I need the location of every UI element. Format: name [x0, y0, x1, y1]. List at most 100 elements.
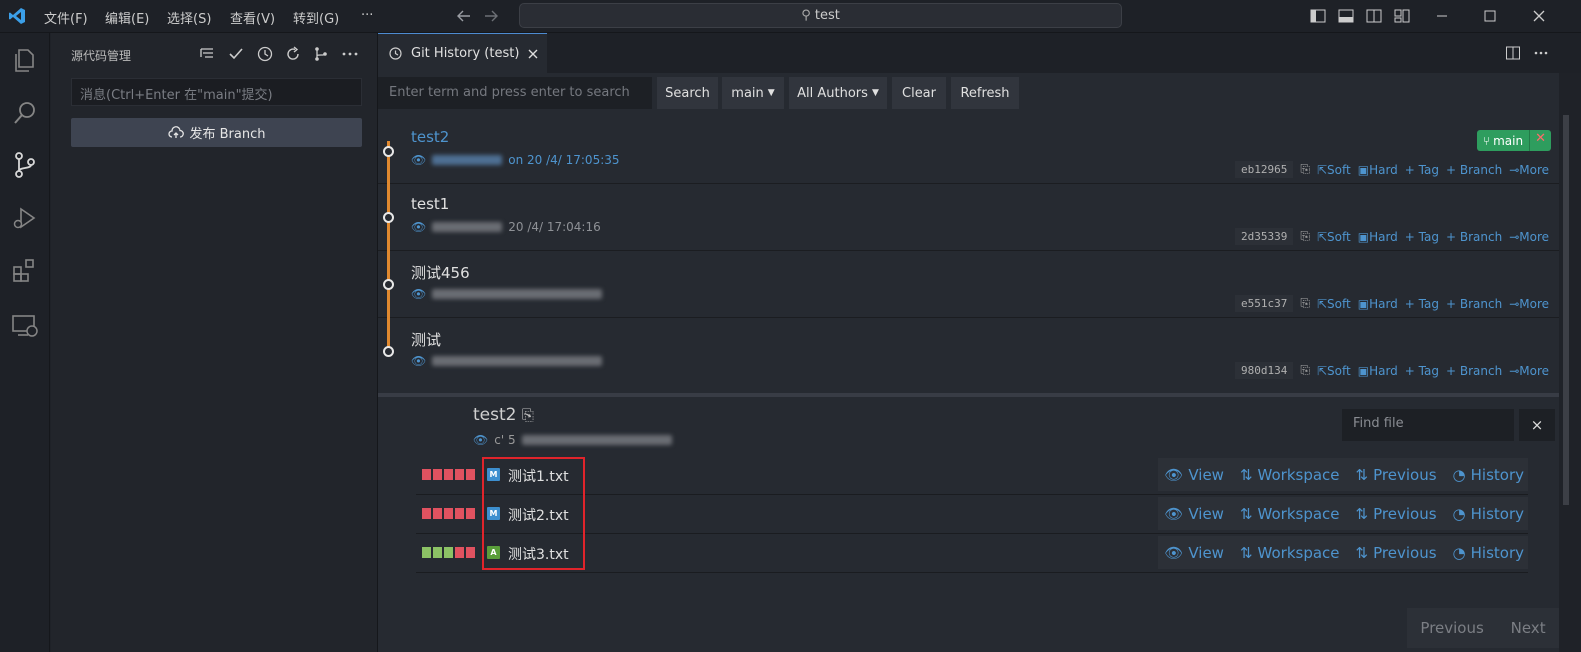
- commit-hash[interactable]: 2d35339: [1235, 228, 1294, 245]
- workspace-link[interactable]: ⇅ Workspace: [1240, 544, 1340, 562]
- commit-row[interactable]: test1 👁 20 /4/ 17:04:16 2d35339 ⎘ ⇱Soft …: [378, 184, 1559, 251]
- soft-reset-link[interactable]: ⇱Soft: [1317, 163, 1351, 177]
- more-link[interactable]: ⊸More: [1509, 364, 1549, 378]
- commit-title[interactable]: test1: [411, 195, 449, 213]
- hard-reset-link[interactable]: ▣Hard: [1358, 364, 1398, 378]
- copy-icon[interactable]: ⎘: [522, 406, 534, 424]
- toggle-primary-sidebar-icon[interactable]: [1309, 7, 1327, 25]
- clear-button[interactable]: Clear: [892, 77, 946, 109]
- more-link[interactable]: ⊸More: [1509, 230, 1549, 244]
- more-actions-icon[interactable]: [341, 45, 359, 63]
- branch-link[interactable]: + Branch: [1446, 364, 1502, 378]
- graph-icon[interactable]: [312, 45, 330, 63]
- tag-link[interactable]: + Tag: [1405, 297, 1439, 311]
- commit-message-input[interactable]: 消息(Ctrl+Enter 在"main"提交): [71, 78, 362, 106]
- tag-link[interactable]: + Tag: [1405, 364, 1439, 378]
- menu-go[interactable]: 转到(G): [293, 8, 339, 27]
- branch-link[interactable]: + Branch: [1446, 230, 1502, 244]
- commit-row[interactable]: 测试 👁 980d134 ⎘ ⇱Soft ▣Hard + Tag + Branc…: [378, 318, 1559, 385]
- refresh-icon[interactable]: [284, 45, 302, 63]
- history-link[interactable]: ◔ History: [1453, 544, 1524, 562]
- commit-hash[interactable]: e551c37: [1235, 295, 1294, 312]
- commit-hash[interactable]: 980d134: [1235, 362, 1294, 379]
- tag-link[interactable]: + Tag: [1405, 230, 1439, 244]
- history-link[interactable]: ◔ History: [1453, 505, 1524, 523]
- remote-explorer-icon[interactable]: [10, 310, 40, 340]
- hard-reset-link[interactable]: ▣Hard: [1358, 230, 1398, 244]
- menu-selection[interactable]: 选择(S): [167, 8, 211, 27]
- tag-link[interactable]: + Tag: [1405, 163, 1439, 177]
- view-link[interactable]: 👁 View: [1164, 505, 1224, 523]
- commit-row[interactable]: test2 👁 on 20 /4/ 17:05:35 ⑂ main ✕ eb129…: [378, 117, 1559, 184]
- explorer-icon[interactable]: [10, 45, 40, 75]
- commit-title[interactable]: 测试456: [411, 262, 470, 283]
- menu-edit[interactable]: 编辑(E): [105, 8, 149, 27]
- remove-branch-icon[interactable]: ✕: [1529, 130, 1551, 151]
- authors-dropdown[interactable]: All Authors ▼: [789, 77, 887, 109]
- menu-more[interactable]: ···: [361, 8, 373, 23]
- previous-link[interactable]: ⇅ Previous: [1356, 466, 1437, 484]
- workspace-link[interactable]: ⇅ Workspace: [1240, 505, 1340, 523]
- search-view-icon[interactable]: [10, 98, 40, 128]
- eye-icon[interactable]: 👁: [411, 354, 426, 368]
- commit-title[interactable]: test2: [411, 128, 449, 146]
- close-window-icon[interactable]: [1530, 7, 1548, 25]
- view-link[interactable]: 👁 View: [1164, 466, 1224, 484]
- toggle-secondary-sidebar-icon[interactable]: [1365, 7, 1383, 25]
- commit-row[interactable]: 测试456 👁 e551c37 ⎘ ⇱Soft ▣Hard + Tag + Br…: [378, 251, 1559, 318]
- publish-branch-button[interactable]: 发布 Branch: [71, 118, 362, 147]
- command-center-search[interactable]: ⚲ test: [519, 3, 1122, 28]
- close-tab-icon[interactable]: [527, 48, 539, 60]
- customize-layout-icon[interactable]: [1393, 7, 1411, 25]
- maximize-icon[interactable]: [1481, 7, 1499, 25]
- search-term-input[interactable]: Enter term and press enter to search: [378, 77, 652, 109]
- copy-hash-icon[interactable]: ⎘: [1300, 229, 1310, 244]
- eye-icon[interactable]: 👁: [411, 287, 426, 301]
- hard-reset-link[interactable]: ▣Hard: [1358, 163, 1398, 177]
- menu-view[interactable]: 查看(V): [230, 8, 275, 27]
- source-control-icon[interactable]: [10, 150, 40, 180]
- run-debug-icon[interactable]: [10, 203, 40, 233]
- history-link[interactable]: ◔ History: [1453, 466, 1524, 484]
- previous-link[interactable]: ⇅ Previous: [1356, 544, 1437, 562]
- previous-link[interactable]: ⇅ Previous: [1356, 505, 1437, 523]
- branch-dropdown[interactable]: main ▼: [722, 77, 784, 109]
- split-editor-icon[interactable]: [1505, 45, 1521, 61]
- more-link[interactable]: ⊸More: [1509, 163, 1549, 177]
- copy-hash-icon[interactable]: ⎘: [1300, 162, 1310, 177]
- soft-reset-link[interactable]: ⇱Soft: [1317, 364, 1351, 378]
- eye-icon[interactable]: 👁: [473, 433, 488, 447]
- editor-more-icon[interactable]: [1533, 45, 1549, 61]
- scrollbar-thumb[interactable]: [1563, 115, 1569, 505]
- soft-reset-link[interactable]: ⇱Soft: [1317, 230, 1351, 244]
- back-arrow-icon[interactable]: [455, 7, 473, 25]
- search-button[interactable]: Search: [657, 77, 718, 109]
- tab-git-history[interactable]: Git History (test): [378, 33, 547, 73]
- hard-reset-link[interactable]: ▣Hard: [1358, 297, 1398, 311]
- previous-page-button[interactable]: Previous: [1420, 619, 1483, 637]
- toggle-panel-icon[interactable]: [1337, 7, 1355, 25]
- menu-file[interactable]: 文件(F): [44, 8, 88, 27]
- next-page-button[interactable]: Next: [1511, 619, 1546, 637]
- more-link[interactable]: ⊸More: [1509, 297, 1549, 311]
- commit-check-icon[interactable]: [227, 45, 245, 63]
- extensions-icon[interactable]: [10, 256, 40, 286]
- forward-arrow-icon[interactable]: [482, 7, 500, 25]
- history-icon[interactable]: [256, 45, 274, 63]
- commit-hash[interactable]: eb12965: [1235, 161, 1294, 178]
- find-file-input[interactable]: Find file: [1342, 409, 1514, 441]
- eye-icon[interactable]: 👁: [411, 220, 426, 234]
- eye-icon[interactable]: 👁: [411, 153, 426, 167]
- commit-title[interactable]: 测试: [411, 329, 441, 350]
- branch-link[interactable]: + Branch: [1446, 297, 1502, 311]
- copy-hash-icon[interactable]: ⎘: [1300, 363, 1310, 378]
- minimize-icon[interactable]: [1433, 7, 1451, 25]
- view-link[interactable]: 👁 View: [1164, 544, 1224, 562]
- soft-reset-link[interactable]: ⇱Soft: [1317, 297, 1351, 311]
- close-details-button[interactable]: ×: [1519, 409, 1555, 441]
- view-as-tree-icon[interactable]: [198, 45, 216, 63]
- refresh-button[interactable]: Refresh: [951, 77, 1019, 109]
- workspace-link[interactable]: ⇅ Workspace: [1240, 466, 1340, 484]
- branch-link[interactable]: + Branch: [1446, 163, 1502, 177]
- copy-hash-icon[interactable]: ⎘: [1300, 296, 1310, 311]
